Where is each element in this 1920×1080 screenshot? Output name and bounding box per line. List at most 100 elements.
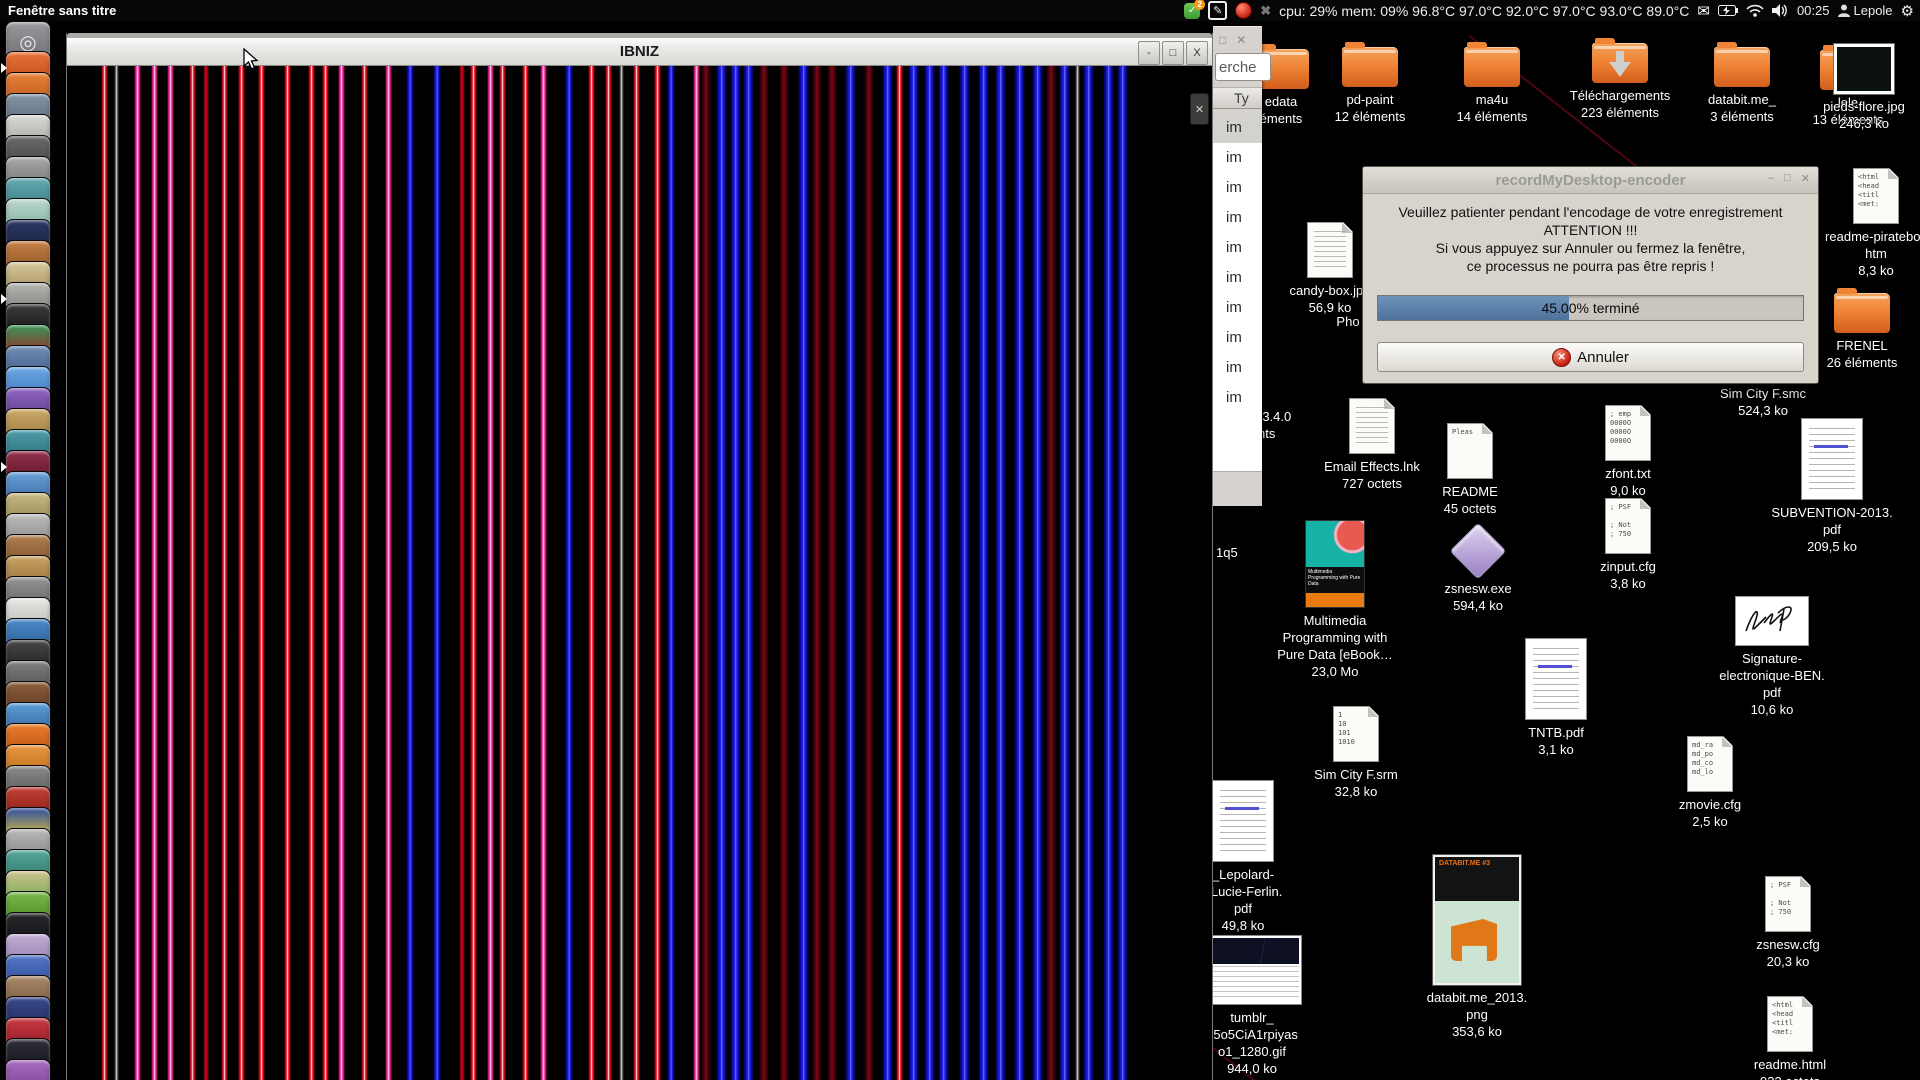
- file-zsnesw-exe[interactable]: zsnesw.exe594,4 ko: [1398, 526, 1558, 614]
- search-result-row[interactable]: im: [1213, 293, 1262, 323]
- stripe: [798, 66, 809, 1080]
- maximize-icon[interactable]: □: [1784, 172, 1791, 185]
- stripe: [238, 66, 245, 1080]
- folded-corner: [1640, 499, 1650, 509]
- column-header-type[interactable]: Ty: [1213, 87, 1262, 109]
- search-result-row[interactable]: im: [1213, 383, 1262, 413]
- close-icon[interactable]: ✕: [1190, 93, 1209, 125]
- search-window[interactable]: □ ✕ Ty imimimimimimimimimim: [1213, 26, 1262, 506]
- file-readme[interactable]: PleasREADME45 octets: [1390, 423, 1550, 517]
- desktop-icon-label: databit.me_: [1708, 91, 1776, 108]
- exe-icon: [1450, 523, 1507, 580]
- stripe: [864, 66, 874, 1080]
- search-input[interactable]: [1215, 53, 1271, 81]
- maximize-icon[interactable]: □: [1219, 33, 1226, 47]
- stripe: [459, 66, 465, 1080]
- stripe: [701, 66, 711, 1080]
- photo-thumbnail: [1834, 44, 1894, 94]
- file-multimedia-book[interactable]: Multimedia Programming with Pure DataMul…: [1255, 520, 1415, 680]
- wifi-icon[interactable]: [1746, 4, 1764, 17]
- desktop-icon-label: 933 octets: [1760, 1073, 1820, 1080]
- folded-corner: [1640, 406, 1650, 416]
- notification-badge: 2: [1194, 0, 1205, 10]
- close-button[interactable]: X: [1186, 41, 1208, 65]
- desktop-icon-label: h5o5CiA1rpiyas: [1206, 1026, 1298, 1043]
- dialog-titlebar[interactable]: recordMyDesktop-encoder – □ ✕: [1363, 167, 1818, 194]
- cancel-button[interactable]: ✕ Annuler: [1377, 342, 1804, 372]
- recordmydesktop-dialog[interactable]: recordMyDesktop-encoder – □ ✕ Veuillez p…: [1363, 167, 1818, 383]
- desktop-icon-label: 20,3 ko: [1767, 953, 1810, 970]
- user-menu[interactable]: Lepole: [1838, 3, 1893, 18]
- folded-corner: [1800, 877, 1810, 887]
- search-result-row[interactable]: im: [1213, 113, 1262, 143]
- close-icon[interactable]: ✕: [1236, 33, 1246, 47]
- ibniz-window[interactable]: IBNIZ - □ X: [66, 33, 1213, 1080]
- search-result-list[interactable]: imimimimimimimimimim: [1213, 113, 1262, 472]
- search-result-row[interactable]: im: [1213, 263, 1262, 293]
- desktop-icon-label: pieds-flore.jpg: [1823, 98, 1905, 115]
- record-indicator-icon[interactable]: [1235, 2, 1252, 19]
- desktop-icon-label: zfont.txt: [1605, 465, 1651, 482]
- stripe: [1014, 66, 1025, 1080]
- compose-icon[interactable]: ✎: [1208, 1, 1227, 20]
- stripe: [730, 66, 741, 1080]
- minimize-button[interactable]: -: [1138, 41, 1160, 65]
- stripe: [361, 66, 368, 1080]
- folded-corner: [1802, 997, 1812, 1007]
- dock-app-icon[interactable]: [5, 1059, 51, 1080]
- file-zfont[interactable]: ; emp 0000O 0000O 0000Ozfont.txt9,0 ko: [1548, 405, 1708, 499]
- maximize-button[interactable]: □: [1162, 41, 1184, 65]
- battery-icon[interactable]: [1718, 5, 1738, 16]
- clock[interactable]: 00:25: [1797, 3, 1830, 18]
- file-readme-html[interactable]: <html <head <titl <met:readme.html933 oc…: [1710, 996, 1870, 1080]
- user-icon: [1838, 4, 1850, 17]
- top-panel: Fenêtre sans titre ✓2 ✎ ✖ cpu: 29% mem: …: [0, 0, 1920, 21]
- label-fragment-1q5[interactable]: 1q5: [1216, 544, 1238, 561]
- folder-icon: [1834, 293, 1890, 333]
- file-databit-png[interactable]: DATABIT.ME #3databit.me_2013.png353,6 ko: [1397, 855, 1557, 1040]
- gear-icon[interactable]: ⚙: [1901, 2, 1914, 20]
- progress-label: 45.00% terminé: [1378, 296, 1803, 320]
- label-fragment-pd-extended[interactable]: -3.4.0nts: [1258, 408, 1291, 442]
- file-subvention-pdf[interactable]: SUBVENTION-2013.pdf209,5 ko: [1752, 418, 1912, 555]
- desktop-icon-image: [1202, 935, 1302, 1005]
- volume-icon[interactable]: [1772, 4, 1789, 17]
- file-zsnesw-cfg[interactable]: ; PSF ; Not ; 750zsnesw.cfg20,3 ko: [1708, 876, 1868, 970]
- app-indicator-icon[interactable]: ✖: [1260, 3, 1271, 19]
- desktop-icon-label: 12 éléments: [1335, 108, 1406, 125]
- file-signature-pdf[interactable]: Signature-electronique-BEN.pdf10,6 ko: [1692, 596, 1852, 718]
- search-result-row[interactable]: im: [1213, 233, 1262, 263]
- username: Lepole: [1854, 3, 1893, 18]
- stripe: [995, 66, 1006, 1080]
- chat-indicator-icon[interactable]: ✓2: [1184, 3, 1200, 19]
- mail-icon[interactable]: ✉: [1697, 2, 1710, 20]
- active-window-title: Fenêtre sans titre: [0, 3, 116, 18]
- search-result-row[interactable]: im: [1213, 143, 1262, 173]
- search-result-row[interactable]: im: [1213, 203, 1262, 233]
- stripe: [1032, 66, 1043, 1080]
- stripe: [812, 66, 822, 1080]
- document-icon: [1349, 398, 1395, 454]
- stripe: [959, 66, 970, 1080]
- ibniz-titlebar[interactable]: IBNIZ - □ X: [67, 33, 1212, 66]
- desktop-icon-label: 3,1 ko: [1538, 741, 1573, 758]
- desktop-icon-label: 209,5 ko: [1807, 538, 1857, 555]
- file-tntb-pdf[interactable]: TNTB.pdf3,1 ko: [1476, 638, 1636, 758]
- stripe: [896, 66, 903, 1080]
- search-result-row[interactable]: im: [1213, 323, 1262, 353]
- file-zmovie[interactable]: md_ra md_po md_co md_lozmovie.cfg2,5 ko: [1630, 736, 1790, 830]
- desktop-icon-image: [1801, 418, 1863, 500]
- application-dock[interactable]: ◎: [0, 21, 56, 1080]
- cover-image: [1306, 521, 1364, 567]
- desktop-icon-image: DATABIT.ME #3: [1433, 855, 1521, 985]
- file-zinput[interactable]: ; PSF ; Not ; 750zinput.cfg3,8 ko: [1548, 498, 1708, 592]
- stripe: [258, 66, 265, 1080]
- search-result-row[interactable]: im: [1213, 173, 1262, 203]
- close-icon[interactable]: ✕: [1801, 172, 1810, 185]
- search-result-row[interactable]: im: [1213, 353, 1262, 383]
- stripe: [938, 66, 949, 1080]
- encoding-progress-bar: 45.00% terminé: [1377, 295, 1804, 321]
- minimize-icon[interactable]: –: [1768, 172, 1774, 185]
- stripe: [588, 66, 595, 1080]
- image-pieds-flore[interactable]: pieds-flore.jpg246,3 ko: [1784, 44, 1920, 132]
